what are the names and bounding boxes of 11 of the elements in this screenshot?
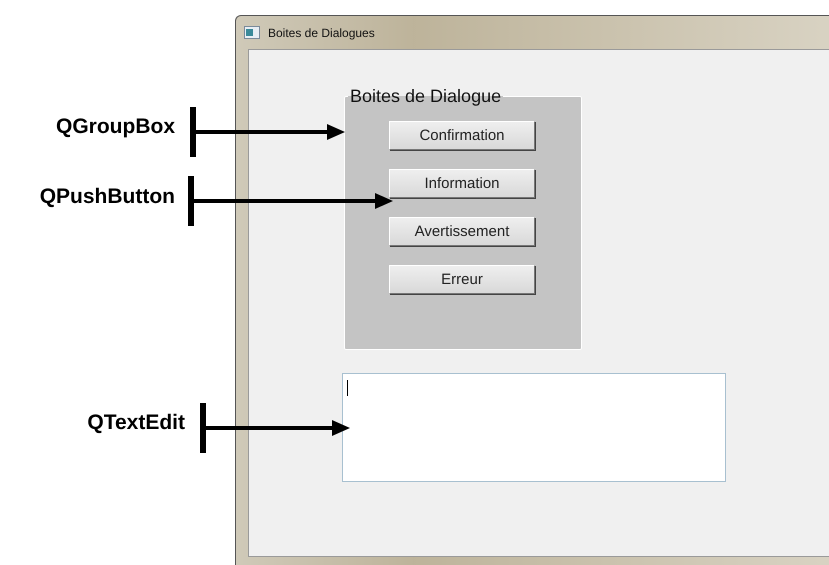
- annotation-label: QPushButton: [38, 185, 175, 209]
- push-button[interactable]: Avertissement: [389, 217, 535, 246]
- push-button[interactable]: Erreur: [389, 265, 535, 294]
- annotation-label: QTextEdit: [86, 411, 185, 435]
- annotation-label: QGroupBox: [55, 115, 175, 139]
- group-box-title: Boites de Dialogue: [349, 86, 502, 107]
- push-button[interactable]: Information: [389, 169, 535, 198]
- window-icon: [244, 26, 260, 39]
- text-edit-field[interactable]: [342, 373, 726, 482]
- window-title: Boites de Dialogues: [268, 26, 375, 40]
- push-button[interactable]: Confirmation: [389, 121, 535, 150]
